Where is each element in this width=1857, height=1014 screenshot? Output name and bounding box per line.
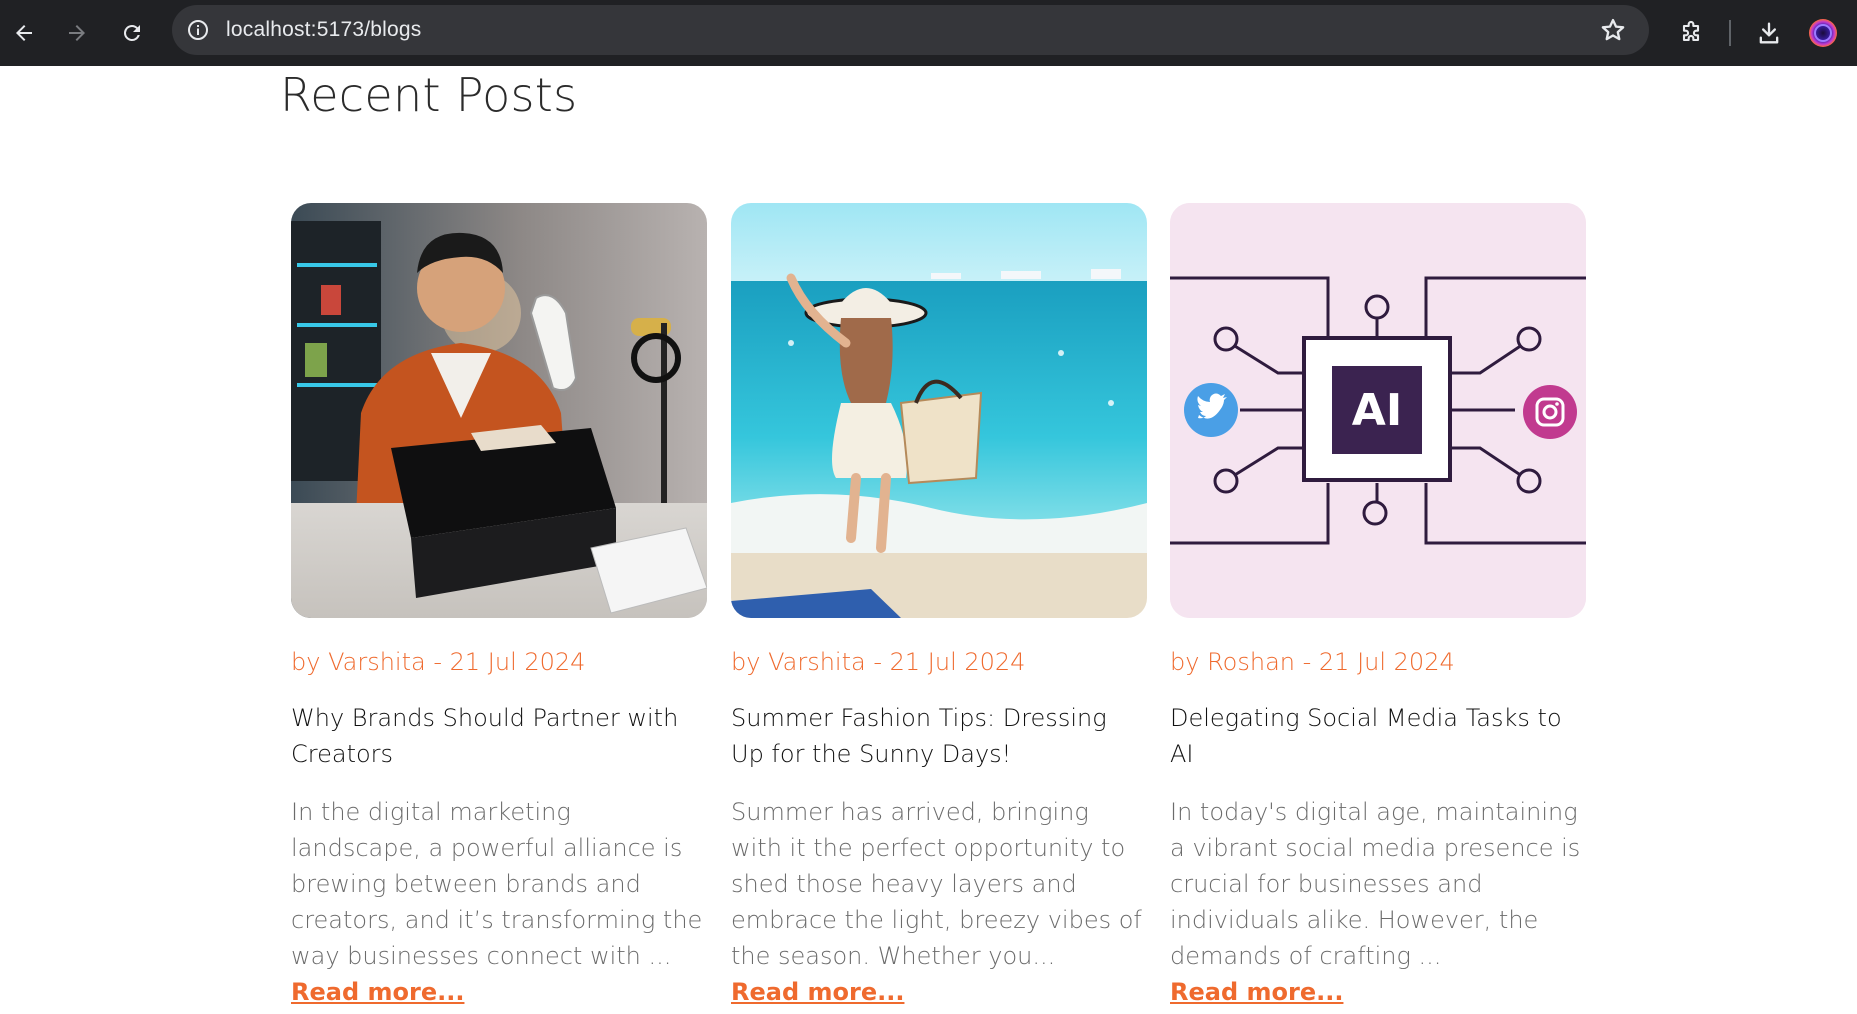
- post-excerpt: In the digital marketing landscape, a po…: [291, 798, 703, 970]
- post-meta: by Varshita - 21 Jul 2024: [731, 648, 1026, 676]
- browser-toolbar: localhost:5173/blogs: [0, 0, 1857, 66]
- reload-icon: [124, 24, 140, 41]
- downloads-button[interactable]: [1749, 13, 1789, 53]
- ai-chip-label: AI: [1351, 384, 1403, 436]
- creator-photo: [291, 203, 707, 618]
- post-excerpt: In today's digital age, maintaining a vi…: [1170, 798, 1581, 970]
- profile-button[interactable]: [1803, 13, 1843, 53]
- back-arrow-icon: [16, 25, 32, 41]
- post-title[interactable]: Summer Fashion Tips: Dressing Up for the…: [731, 700, 1147, 772]
- read-more-link[interactable]: Read more...: [291, 974, 464, 1010]
- toolbar-divider: [1729, 20, 1731, 46]
- blog-card: by Varshita - 21 Jul 2024 Why Brands Sho…: [291, 203, 707, 1010]
- post-title[interactable]: Why Brands Should Partner with Creators: [291, 700, 707, 772]
- post-title[interactable]: Delegating Social Media Tasks to AI: [1170, 700, 1586, 772]
- url-text[interactable]: localhost:5173/blogs: [226, 18, 421, 42]
- post-meta: by Roshan - 21 Jul 2024: [1170, 648, 1455, 676]
- read-more-link[interactable]: Read more...: [1170, 974, 1343, 1010]
- puzzle-icon: [1682, 20, 1700, 42]
- page-title: Recent Posts: [280, 68, 578, 122]
- post-image-creator-unboxing[interactable]: [291, 203, 707, 618]
- beach-photo: [731, 203, 1147, 618]
- post-excerpt: Summer has arrived, bringing with it the…: [731, 798, 1142, 970]
- forward-arrow-icon: [69, 25, 85, 41]
- back-button[interactable]: [4, 13, 44, 53]
- star-icon[interactable]: [1599, 16, 1627, 44]
- post-image-beach-fashion[interactable]: [731, 203, 1147, 618]
- reload-button[interactable]: [112, 13, 152, 53]
- address-bar[interactable]: localhost:5173/blogs: [172, 5, 1649, 55]
- profile-avatar-icon: [1809, 19, 1837, 47]
- post-image-ai-social[interactable]: AI: [1170, 203, 1586, 618]
- blog-card: AI by Roshan - 21 Jul 2024 Delegating So…: [1170, 203, 1586, 1010]
- extensions-button[interactable]: [1671, 13, 1711, 53]
- blog-card: by Varshita - 21 Jul 2024 Summer Fashion…: [731, 203, 1147, 1010]
- download-icon: [1759, 22, 1779, 44]
- site-info-icon[interactable]: [186, 18, 210, 42]
- read-more-link[interactable]: Read more...: [731, 974, 904, 1010]
- forward-button[interactable]: [57, 13, 97, 53]
- post-meta: by Varshita - 21 Jul 2024: [291, 648, 586, 676]
